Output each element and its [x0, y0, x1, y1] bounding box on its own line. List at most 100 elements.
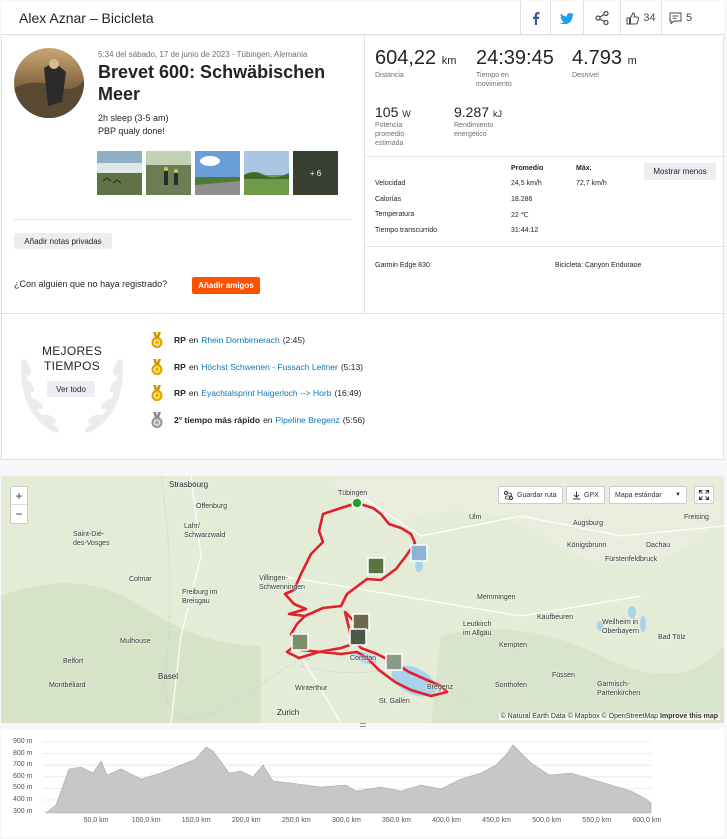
start-marker[interactable] — [351, 497, 363, 509]
map-style-select[interactable]: Mapa estándar ▼ — [609, 486, 687, 504]
twitter-share-button[interactable] — [550, 1, 582, 35]
power-stat: 105 W Potencia promedio estimada — [375, 104, 435, 148]
share-icon — [594, 11, 609, 25]
gold-medal-icon — [151, 332, 163, 348]
best-efforts: MEJORES TIEMPOS Ver todo RP en Rhein Dornb… — [1, 314, 724, 460]
comments-button[interactable]: 5 — [661, 1, 699, 35]
activity-header: Alex Aznar – Bicicleta 34 5 — [1, 1, 724, 35]
map-label: Offenburg — [196, 503, 228, 510]
activity-meta: 5:34 del sábado, 17 de junio de 2023 · T… — [98, 50, 308, 59]
activity-title: Brevet 600: Schwäbischen Meer — [98, 62, 326, 104]
divider — [366, 156, 724, 157]
fullscreen-button[interactable] — [694, 486, 714, 504]
kudos-count: 34 — [643, 12, 656, 24]
best-effort-item: 2° tiempo más rápido en Pipeline Bregenz (5… — [150, 411, 365, 428]
map-label: St. Gallen — [379, 698, 410, 705]
private-notes-button[interactable]: Añadir notas privadas — [14, 233, 112, 249]
segment-link[interactable]: Rhein Dornbirnerach — [201, 335, 279, 345]
photo-thumbnail[interactable] — [244, 151, 289, 195]
stats-panel: 604,22 km Distancia 24:39:45 Tiempo en m… — [366, 36, 724, 314]
chevron-down-icon: ▼ — [675, 492, 681, 498]
gpx-download-button[interactable]: GPX — [566, 486, 605, 504]
map-resize-handle[interactable] — [360, 723, 366, 727]
map-label: Dachau — [646, 542, 671, 549]
photo-thumbnail[interactable] — [146, 151, 191, 195]
elevation-label: Desnivel — [572, 72, 599, 79]
photo-thumbnail[interactable] — [195, 151, 240, 195]
distance-stat: 604,22 km Distancia — [375, 47, 456, 80]
moving-time-value: 24:39:45 — [476, 47, 554, 69]
map-label: Colmar — [129, 576, 152, 583]
elevation-chart — [43, 741, 652, 814]
map-label: Königsbrunn — [567, 542, 607, 549]
twitter-icon — [559, 12, 574, 24]
share-button[interactable] — [583, 1, 619, 35]
map-label: Augsburg — [573, 520, 603, 527]
show-less-button[interactable]: Mostrar menos — [644, 163, 716, 180]
see-all-button[interactable]: Ver todo — [47, 381, 95, 397]
route-icon — [504, 490, 513, 500]
photo-more[interactable]: + 6 — [293, 151, 338, 195]
map-label: Kempten — [499, 642, 528, 649]
segment-link[interactable]: Pipeline Bregenz — [276, 415, 340, 425]
elevation-profile[interactable]: 900 m 800 m 700 m 600 m 500 m 400 m 300 m 50,0… — [1, 729, 724, 837]
activity-description: 2h sleep (3-5 am) PBP qualy done! — [98, 112, 169, 138]
attribution-text: © Natural Earth Data © Mapbox © OpenStre… — [500, 713, 659, 720]
facebook-share-button[interactable] — [520, 1, 550, 35]
divider — [366, 246, 724, 247]
effort-badge: RP — [174, 388, 186, 398]
best-effort-item: RP en Rhein Dornbirnerach (2:45) — [150, 332, 305, 348]
elevation-unit: m — [627, 55, 637, 67]
zoom-in-button[interactable]: + — [11, 487, 27, 505]
stats-row-label: Velocidad — [375, 180, 406, 187]
gold-medal-icon — [151, 385, 163, 401]
map-label: Memmingen — [477, 594, 516, 601]
moving-time-label: Tiempo en movimiento — [476, 72, 512, 88]
zoom-out-button[interactable]: − — [11, 505, 27, 523]
map-label: Lahr/ Schwarzwald — [184, 523, 226, 539]
device-name: Garmin Edge 830 — [375, 262, 430, 269]
route-map[interactable]: Strasbourg Offenburg Tübingen Ulm Augsbu… — [1, 476, 724, 723]
segment-link[interactable]: Höchst Schwenen - Fussach Leitner — [201, 362, 338, 372]
avatar[interactable] — [14, 48, 84, 118]
map-label: Bad Tölz — [658, 634, 686, 641]
map-label: Mulhouse — [120, 638, 151, 645]
map-label: Weilheim in Oberbayern — [602, 619, 639, 635]
effort-badge: RP — [174, 335, 186, 345]
effort-time: (5:13) — [340, 361, 364, 372]
energy-unit: kJ — [492, 109, 502, 119]
photo-thumbnail[interactable] — [97, 151, 142, 195]
kudos-button[interactable]: 34 — [620, 1, 661, 35]
map-label: Basel — [158, 672, 179, 681]
power-label: Potencia promedio estimada — [375, 122, 405, 147]
stats-row-label: Temperatura — [375, 211, 415, 218]
activity-header-title: Alex Aznar – Bicicleta — [19, 10, 154, 26]
map-label: Belfort — [63, 658, 84, 665]
description-line: 2h sleep (3-5 am) — [98, 113, 169, 123]
zoom-control: + − — [10, 486, 28, 524]
map-label: Garmisch- Partenkirchen — [597, 681, 641, 697]
silver-medal-icon — [151, 411, 163, 428]
best-effort-item: RP en Eyachtalsprint Haigerloch --> Horb (1… — [150, 385, 361, 401]
save-route-button[interactable]: Guardar ruta — [498, 486, 563, 504]
map-label: Tübingen — [338, 490, 368, 497]
effort-badge: RP — [174, 361, 186, 372]
map-label: Sonthofen — [495, 682, 527, 689]
stats-row-label: Calorías — [375, 195, 402, 203]
photo-more-count: + 6 — [293, 151, 338, 195]
stats-row-avg: 24,5 km/h — [511, 180, 542, 187]
comment-icon — [669, 12, 682, 24]
segment-link[interactable]: Eyachtalsprint Haigerloch --> Horb — [201, 388, 331, 398]
add-friends-button[interactable]: Añadir amigos — [192, 277, 260, 294]
invite-text: ¿Con alguien que no haya registrado? — [14, 279, 168, 289]
power-unit: W — [402, 109, 411, 119]
map-label: Kaufbeuren — [537, 614, 574, 621]
best-efforts-title-line: TIEMPOS — [43, 359, 101, 373]
description-line: PBP qualy done! — [98, 126, 165, 136]
best-efforts-title: MEJORES TIEMPOS — [16, 344, 128, 374]
distance-unit: km — [441, 55, 457, 67]
laurel-icon — [20, 359, 124, 433]
improve-map-link[interactable]: Improve this map — [660, 713, 718, 720]
map-label: Strasbourg — [169, 480, 209, 489]
photo-strip: + 6 — [97, 151, 338, 195]
